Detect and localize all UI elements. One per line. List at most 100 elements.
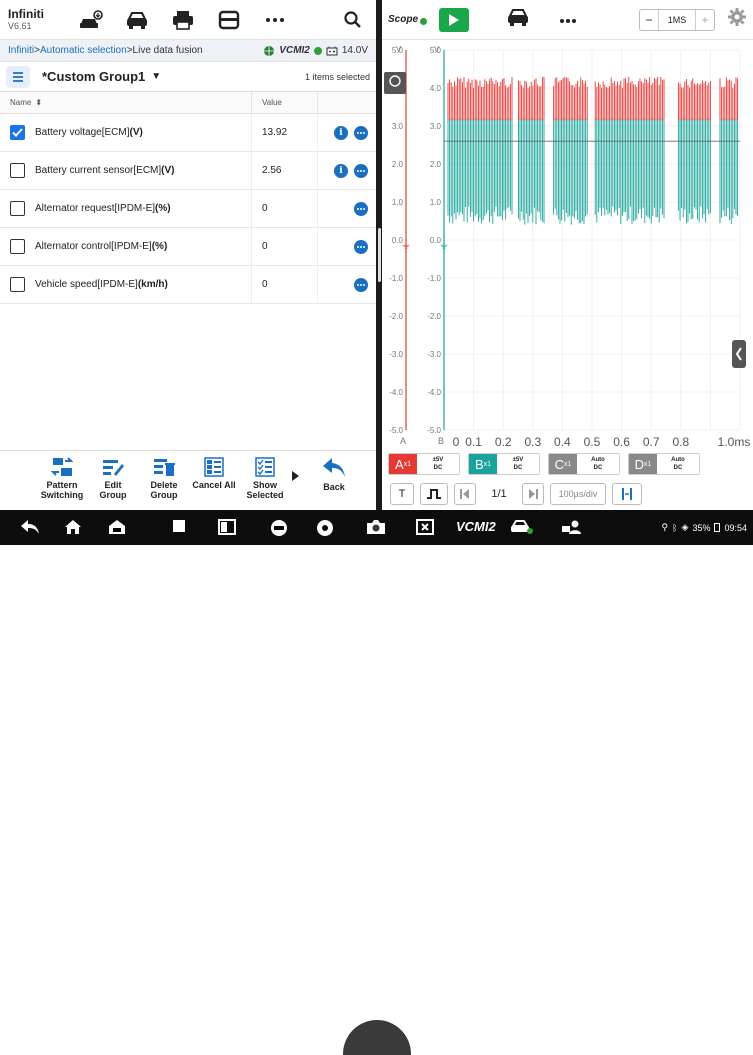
- car-icon[interactable]: [114, 11, 160, 29]
- decrease-button[interactable]: −: [640, 13, 658, 27]
- y-tick-a: -3.0: [389, 350, 403, 359]
- channel-a-button[interactable]: Ax1 ±5V DC: [388, 453, 460, 475]
- play-button[interactable]: [439, 7, 470, 32]
- channel-d-button[interactable]: Dx1 Auto DC: [628, 453, 700, 475]
- caret-down-icon[interactable]: ▼: [151, 71, 161, 82]
- x-tick-label: 1.0ms: [718, 435, 751, 448]
- row-name-cell[interactable]: Vehicle speed[IPDM-E](km/h): [0, 266, 252, 303]
- group-header: *Custom Group1 ▼ 1 items selected: [0, 62, 376, 92]
- x-tick-label: 0.5: [584, 435, 601, 448]
- row-label: Vehicle speed[IPDM-E](km/h): [35, 279, 168, 290]
- trigger-button[interactable]: T: [390, 483, 414, 505]
- y-tick-a: 1.0: [392, 198, 404, 207]
- cursor-tool-icon[interactable]: [612, 483, 642, 505]
- skip-back-icon: [460, 489, 469, 499]
- y-tick-a: -5.0: [389, 426, 403, 435]
- channel-c-button[interactable]: Cx1 Auto DC: [548, 453, 620, 475]
- cloud-car-icon[interactable]: [68, 9, 114, 30]
- vcmi-nav-icon[interactable]: VCMI2: [456, 519, 496, 534]
- edge-trigger-icon[interactable]: [420, 483, 448, 505]
- channel-b-button[interactable]: Bx1 ±5V DC: [468, 453, 540, 475]
- car-connect-icon[interactable]: [510, 519, 534, 535]
- delete-group-icon: [154, 459, 175, 476]
- battery-icon: [326, 46, 338, 55]
- more-options-icon[interactable]: [354, 239, 368, 254]
- group-name[interactable]: *Custom Group1: [42, 69, 145, 84]
- browser-icon[interactable]: [316, 519, 334, 537]
- more-options-icon[interactable]: [354, 125, 368, 140]
- channel-tag: Cx1: [549, 454, 577, 474]
- collapse-panel-tab[interactable]: [732, 340, 746, 368]
- app-version: V6.61: [8, 20, 32, 31]
- delete-group-button[interactable]: Delete Group: [142, 451, 186, 500]
- table-row[interactable]: Vehicle speed[IPDM-E](km/h) 0: [0, 266, 376, 304]
- search-icon[interactable]: [338, 10, 368, 29]
- vehicle-icon[interactable]: [507, 8, 529, 31]
- battery-status-icon: [714, 523, 721, 532]
- screen-record-icon[interactable]: [416, 519, 434, 535]
- table-row[interactable]: Battery voltage[ECM](V) 13.92 i: [0, 114, 376, 152]
- more-options-icon[interactable]: [354, 277, 368, 292]
- row-checkbox[interactable]: [10, 125, 25, 140]
- y-tick-b: -5.0: [427, 426, 441, 435]
- list-menu-button[interactable]: [6, 65, 30, 88]
- row-label: Battery voltage[ECM](V): [35, 127, 143, 138]
- row-name-cell[interactable]: Battery current sensor[ECM](V): [0, 152, 252, 189]
- vci-icon[interactable]: [270, 519, 288, 537]
- row-value: 13.92: [252, 114, 318, 151]
- car-home-icon[interactable]: [108, 519, 126, 535]
- info-icon[interactable]: i: [334, 125, 348, 140]
- x-tick-label: 0.6: [613, 435, 630, 448]
- row-name-cell[interactable]: Battery voltage[ECM](V): [0, 114, 252, 151]
- cancel-all-button[interactable]: Cancel All: [190, 451, 238, 490]
- table-row[interactable]: Battery current sensor[ECM](V) 2.56 i: [0, 152, 376, 190]
- print-icon[interactable]: [160, 10, 206, 30]
- first-page-button[interactable]: [454, 483, 476, 505]
- crumb-selection[interactable]: Automatic selection: [40, 45, 127, 56]
- settings-gear-icon[interactable]: [727, 7, 747, 32]
- x-tick-label: 0.7: [643, 435, 660, 448]
- sample-rate[interactable]: 100µs/div: [550, 483, 606, 505]
- increase-button[interactable]: +: [696, 13, 714, 27]
- row-label: Alternator request[IPDM-E](%): [35, 203, 171, 214]
- camera-button[interactable]: [343, 1020, 411, 1055]
- show-selected-button[interactable]: Show Selected: [242, 451, 288, 500]
- row-name-cell[interactable]: Alternator request[IPDM-E](%): [0, 190, 252, 227]
- remote-expert-icon[interactable]: [560, 519, 584, 535]
- sort-icon[interactable]: ⬍: [35, 98, 42, 107]
- back-button[interactable]: Back: [314, 451, 354, 492]
- recents-icon[interactable]: [172, 519, 186, 533]
- channel-config: Auto DC: [591, 457, 605, 471]
- home-icon[interactable]: [64, 519, 82, 535]
- crumb-make[interactable]: Infiniti: [8, 45, 34, 56]
- info-icon[interactable]: i: [334, 163, 348, 178]
- timebase-stepper[interactable]: − 1MS +: [639, 8, 715, 31]
- last-page-button[interactable]: [522, 483, 544, 505]
- name-column-header[interactable]: Name ⬍: [0, 92, 252, 113]
- screenshot-icon[interactable]: [218, 519, 236, 535]
- scope-plot[interactable]: 5.04.03.02.01.00.0-1.0-2.0-3.0-4.0-5.05.…: [382, 40, 753, 448]
- system-back-icon[interactable]: [20, 519, 40, 535]
- more-icon[interactable]: [252, 17, 298, 23]
- edit-group-button[interactable]: Edit Group: [90, 451, 136, 500]
- more-options-icon[interactable]: [354, 201, 368, 216]
- y-tick-a: -4.0: [389, 388, 403, 397]
- scroll-right-arrow-icon[interactable]: [288, 451, 302, 484]
- table-row[interactable]: Alternator request[IPDM-E](%) 0: [0, 190, 376, 228]
- row-checkbox[interactable]: [10, 277, 25, 292]
- cancel-all-icon: [204, 457, 224, 477]
- more-options-icon[interactable]: [354, 163, 368, 178]
- pattern-switching-button[interactable]: Pattern Switching: [38, 451, 86, 500]
- divider-handle[interactable]: [378, 228, 381, 282]
- camera-icon[interactable]: [366, 519, 386, 535]
- row-checkbox[interactable]: [10, 163, 25, 178]
- table-row[interactable]: Alternator control[IPDM-E](%) 0: [0, 228, 376, 266]
- scope-toolbar: Scope − 1MS +: [382, 0, 753, 40]
- record-icon[interactable]: [206, 10, 252, 30]
- row-name-cell[interactable]: Alternator control[IPDM-E](%): [0, 228, 252, 265]
- more-options-icon[interactable]: [559, 11, 577, 29]
- breadcrumb: Infiniti > Automatic selection > Live da…: [0, 40, 376, 62]
- row-checkbox[interactable]: [10, 201, 25, 216]
- channel-config: Auto DC: [671, 457, 685, 471]
- row-checkbox[interactable]: [10, 239, 25, 254]
